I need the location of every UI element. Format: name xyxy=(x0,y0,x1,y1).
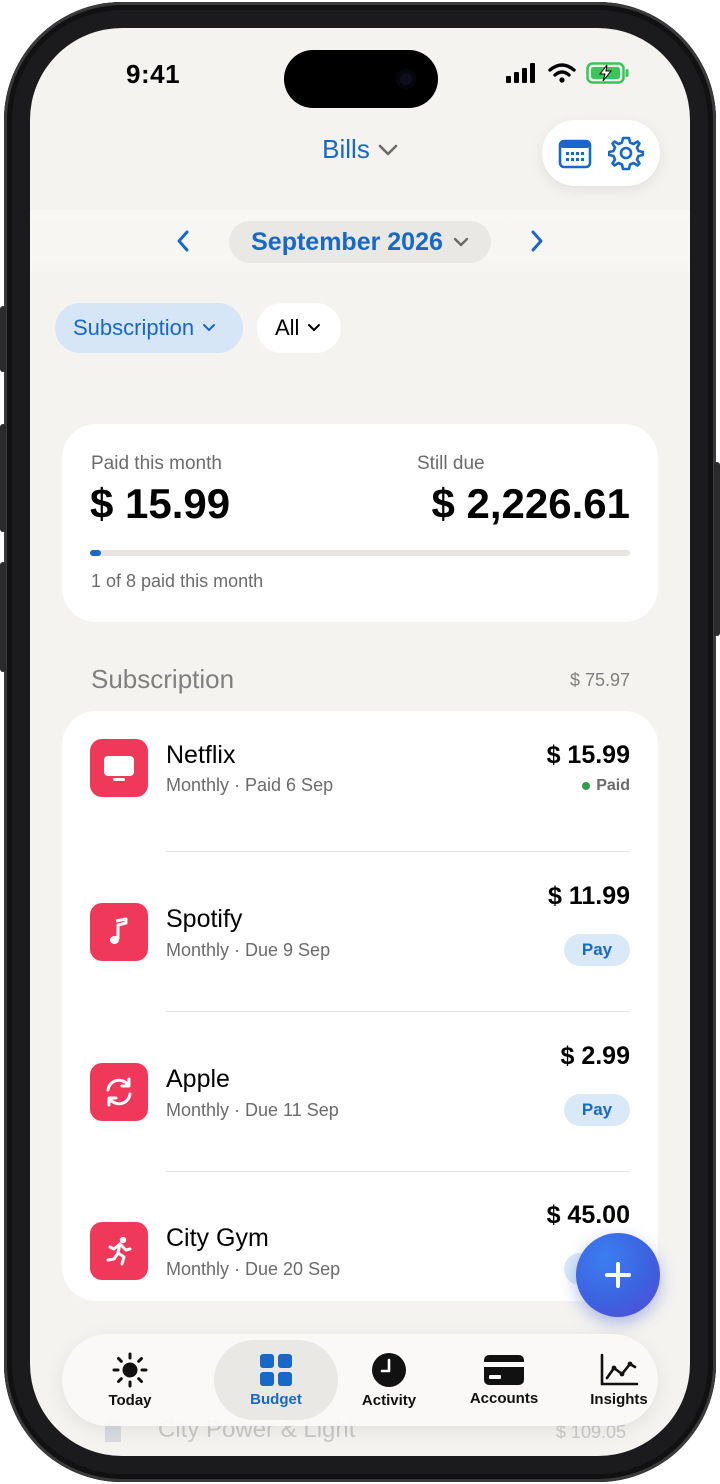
volume-up-button xyxy=(0,424,6,532)
signal-icon xyxy=(506,63,535,83)
bill-icon xyxy=(90,1222,148,1280)
scope-filter-chip[interactable]: All xyxy=(257,303,341,353)
bill-amount: $ 15.99 xyxy=(546,741,630,769)
running-person-icon xyxy=(106,1236,132,1266)
gear-icon[interactable] xyxy=(608,135,644,171)
section-total: $ 75.97 xyxy=(569,670,630,690)
tab-label: Budget xyxy=(250,1390,302,1408)
due-value: $ 2,226.61 xyxy=(431,480,630,527)
bill-detail: Monthly · Due 20 Sep xyxy=(166,1259,341,1279)
bill-amount: $ 45.00 xyxy=(546,1201,630,1229)
bill-icon xyxy=(90,739,148,797)
bill-amount: $ 2.99 xyxy=(560,1042,630,1070)
camera xyxy=(396,69,416,89)
chevron-down-icon xyxy=(453,237,469,247)
tab-insights[interactable]: Insights xyxy=(563,1340,675,1420)
bill-amount: $ 11.99 xyxy=(547,882,630,910)
card-icon xyxy=(484,1354,524,1385)
screen: 9:41 Bills September 2026 Subscription A… xyxy=(30,28,690,1456)
status-time: 9:41 xyxy=(126,59,181,89)
bill-detail: Monthly · Paid 6 Sep xyxy=(166,775,334,795)
section-title: Subscription xyxy=(91,664,235,694)
category-filter-chip[interactable]: Subscription xyxy=(55,303,243,353)
bill-row-apple[interactable]: Apple Monthly · Due 11 Sep $ 2.99 Pay xyxy=(62,1012,658,1171)
sun-icon xyxy=(112,1352,148,1387)
volume-down-button xyxy=(0,562,6,672)
status-icons xyxy=(506,62,630,84)
month-picker[interactable]: September 2026 xyxy=(229,221,491,263)
bill-list: Netflix Monthly · Paid 6 Sep $ 15.99 Pai… xyxy=(62,711,658,1301)
next-month-button[interactable] xyxy=(522,226,552,256)
bill-detail: Monthly · Due 11 Sep xyxy=(166,1100,339,1120)
bill-name: Spotify xyxy=(166,905,243,933)
paid-label: Paid this month xyxy=(91,453,222,474)
bill-icon xyxy=(90,903,148,961)
chevron-left-icon xyxy=(177,230,189,252)
tab-activity[interactable]: Activity xyxy=(333,1340,445,1420)
paid-status: Paid xyxy=(582,777,630,795)
music-note-icon xyxy=(110,917,128,944)
bill-name: Apple xyxy=(166,1065,230,1093)
tab-today[interactable]: Today xyxy=(74,1340,186,1420)
add-bill-button[interactable] xyxy=(576,1233,660,1317)
paid-value: $ 15.99 xyxy=(90,480,231,527)
tab-label: Activity xyxy=(361,1391,417,1409)
tab-bar: Today Budget Activity Accounts Insights xyxy=(62,1334,658,1426)
scope-filter-label: All xyxy=(275,315,300,340)
clock-icon xyxy=(372,1352,406,1387)
bill-name: City Gym xyxy=(166,1224,269,1252)
wifi-icon xyxy=(548,63,576,83)
month-label: September 2026 xyxy=(251,227,443,256)
action-button xyxy=(0,306,6,372)
bill-row-netflix[interactable]: Netflix Monthly · Paid 6 Sep $ 15.99 Pai… xyxy=(62,711,658,851)
grid-icon xyxy=(260,1353,292,1386)
chevron-right-icon xyxy=(531,230,543,252)
tab-label: Accounts xyxy=(469,1389,539,1407)
chevron-down-icon xyxy=(203,324,216,331)
plus-icon xyxy=(605,1262,631,1288)
dynamic-island xyxy=(284,50,438,108)
calendar-icon[interactable] xyxy=(558,137,592,169)
summary-card: Paid this month $ 15.99 Still due $ 2,22… xyxy=(62,424,658,622)
paid-progress-fill xyxy=(90,550,101,556)
bill-icon xyxy=(90,1063,148,1121)
chevron-down-icon xyxy=(378,144,398,155)
bill-detail: Monthly · Due 9 Sep xyxy=(166,940,331,960)
chart-icon xyxy=(600,1353,639,1385)
category-filter-label: Subscription xyxy=(73,315,195,340)
top-actions xyxy=(542,120,660,186)
battery-charging-icon xyxy=(586,62,629,84)
paid-status-label: Paid xyxy=(596,777,630,794)
chevron-down-icon xyxy=(308,324,321,331)
pay-button[interactable]: Pay xyxy=(564,934,630,966)
tab-label: Today xyxy=(108,1391,152,1409)
page-title: Bills xyxy=(322,134,370,164)
paid-dot xyxy=(582,782,591,790)
refresh-icon xyxy=(106,1077,132,1107)
pay-button[interactable]: Pay xyxy=(564,1094,630,1126)
tv-icon xyxy=(104,756,134,781)
previous-month-button[interactable] xyxy=(168,226,198,256)
bill-name: Netflix xyxy=(166,741,236,769)
paid-progress-bar xyxy=(90,550,630,556)
bill-row-city-gym[interactable]: City Gym Monthly · Due 20 Sep $ 45.00 Pa… xyxy=(62,1172,658,1301)
due-label: Still due xyxy=(417,453,485,474)
paid-count: 1 of 8 paid this month xyxy=(91,571,264,591)
power-button xyxy=(714,462,720,636)
tab-budget[interactable]: Budget xyxy=(214,1340,338,1420)
tab-label: Insights xyxy=(590,1390,648,1408)
bill-row-spotify[interactable]: Spotify Monthly · Due 9 Sep $ 11.99 Pay xyxy=(62,852,658,1011)
tab-accounts[interactable]: Accounts xyxy=(448,1340,560,1420)
